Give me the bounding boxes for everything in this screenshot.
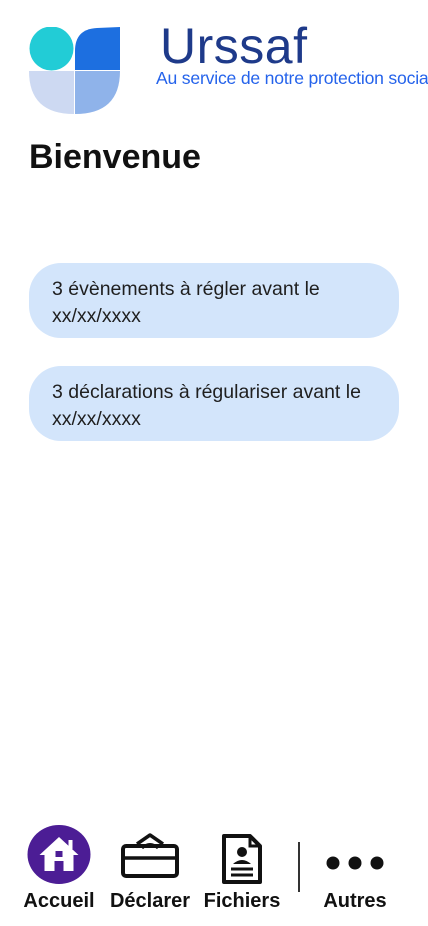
declare-envelope-icon xyxy=(121,833,179,878)
nav-item-autres[interactable]: Autres xyxy=(310,820,400,920)
urssaf-logo-mark-icon xyxy=(29,27,120,114)
nav-label-accueil: Accueil xyxy=(23,890,95,912)
alert-text: 3 déclarations à régulariser avant le xx… xyxy=(52,381,361,430)
home-active-indicator xyxy=(27,825,91,884)
nav-label-fichiers: Fichiers xyxy=(203,890,281,912)
page-title: Bienvenue xyxy=(29,138,201,176)
nav-label-declarer: Déclarer xyxy=(109,890,191,912)
nav-item-fichiers[interactable]: Fichiers xyxy=(196,820,288,920)
alert-events-due[interactable]: 3 évènements à régler avant le xx/xx/xxx… xyxy=(29,263,399,338)
app-screen: Urssaf Au service de notre protection so… xyxy=(0,0,428,926)
brand-name: Urssaf xyxy=(160,18,308,74)
nav-item-declarer[interactable]: Déclarer xyxy=(104,820,196,920)
brand-tagline: Au service de notre protection sociale xyxy=(156,68,428,88)
nav-label-autres: Autres xyxy=(323,890,387,912)
more-dots-icon xyxy=(326,856,384,870)
app-header: Urssaf Au service de notre protection so… xyxy=(0,0,428,130)
nav-divider xyxy=(298,842,300,892)
nav-item-accueil[interactable]: Accueil xyxy=(14,820,104,920)
bottom-navigation: Accueil Déclarer Fichiers Autres xyxy=(0,820,428,926)
home-icon xyxy=(39,837,79,871)
alert-declarations-due[interactable]: 3 déclarations à régulariser avant le xx… xyxy=(29,366,399,441)
alert-text: 3 évènements à régler avant le xx/xx/xxx… xyxy=(52,278,320,327)
document-icon xyxy=(222,834,262,884)
